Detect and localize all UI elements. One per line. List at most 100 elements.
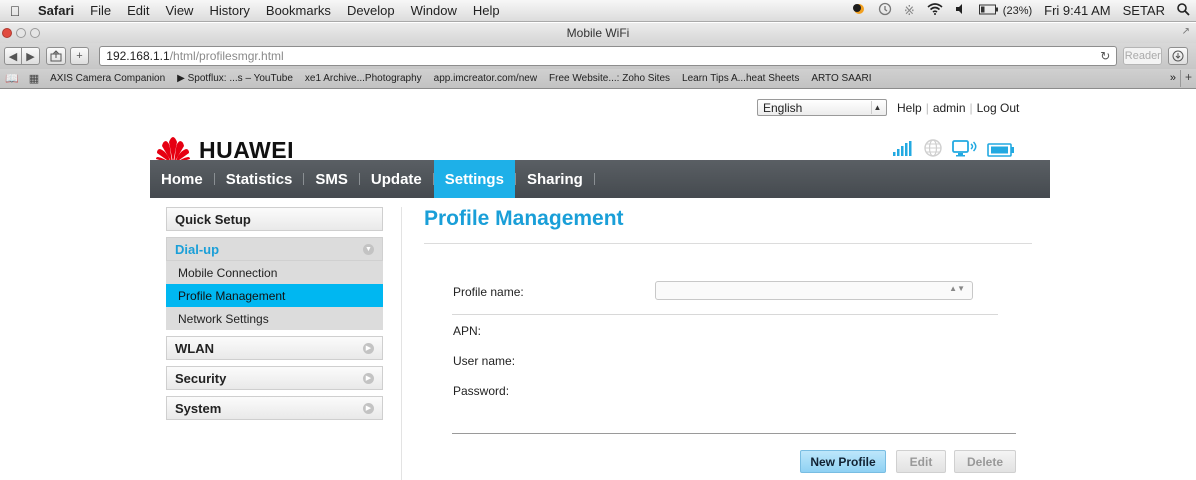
title-divider <box>424 243 1032 244</box>
menu-develop[interactable]: Develop <box>339 3 403 18</box>
menu-history[interactable]: History <box>201 3 257 18</box>
page-title: Profile Management <box>424 207 624 230</box>
profile-name-select[interactable]: ▲▼ <box>655 281 973 300</box>
profile-management-panel: Profile Management <box>424 207 1032 244</box>
nav-sms[interactable]: SMS <box>304 160 359 198</box>
sidebar-system[interactable]: System ▶ <box>166 396 383 420</box>
bookmark-item[interactable]: ARTO SAARI <box>805 73 877 84</box>
bookmark-item[interactable]: Free Website...: Zoho Sites <box>543 73 676 84</box>
bookmarks-bar: 📖 ▦ AXIS Camera Companion ▶ Spotflux: ..… <box>0 69 1196 89</box>
menu-bookmarks[interactable]: Bookmarks <box>258 3 339 18</box>
internet-globe-icon <box>924 139 942 157</box>
zoom-window-button[interactable] <box>30 28 40 38</box>
menubar-clock[interactable]: Fri 9:41 AM <box>1038 3 1116 18</box>
spotlight-search-icon[interactable] <box>1171 2 1196 19</box>
battery-level-icon <box>987 143 1014 157</box>
content-divider <box>401 207 402 480</box>
username-label: User name: <box>453 354 516 368</box>
sidebar-item-mobile-connection[interactable]: Mobile Connection <box>166 261 383 284</box>
new-tab-button[interactable]: + <box>1180 70 1196 87</box>
main-navigation: Home Statistics SMS Update Settings Shar… <box>150 160 1050 198</box>
reading-list-icon[interactable]: 📖 <box>0 72 24 85</box>
nav-separator <box>593 173 595 185</box>
add-bookmark-button[interactable]: + <box>69 47 90 65</box>
minimize-window-button[interactable] <box>16 28 26 38</box>
sidebar-dialup-label: Dial-up <box>175 241 220 257</box>
reader-button[interactable]: Reader <box>1123 47 1163 65</box>
wifi-icon[interactable] <box>921 3 949 18</box>
menubar-user[interactable]: SETAR <box>1117 3 1171 18</box>
actions-divider <box>452 433 1016 434</box>
back-button[interactable]: ◀ <box>4 47 22 65</box>
window-title: Mobile WiFi <box>566 26 630 40</box>
menu-window[interactable]: Window <box>403 3 465 18</box>
collapse-arrow-icon[interactable]: ▼ <box>363 244 374 255</box>
browser-toolbar: ◀ ▶ + 192.168.1.1 /html/profilesmgr.html… <box>0 43 1196 69</box>
battery-percent: (23%) <box>1002 4 1033 17</box>
menu-edit[interactable]: Edit <box>119 3 157 18</box>
fullscreen-icon[interactable]: ↗ <box>1182 26 1190 37</box>
nav-update[interactable]: Update <box>360 160 433 198</box>
sidebar-security-label: Security <box>175 370 227 386</box>
expand-arrow-icon[interactable]: ▶ <box>363 403 374 414</box>
language-select[interactable]: English ▲ <box>757 99 887 116</box>
forward-button[interactable]: ▶ <box>22 47 40 65</box>
share-button[interactable] <box>46 47 66 65</box>
password-label: Password: <box>453 384 510 398</box>
more-bookmarks-icon[interactable]: » <box>1170 72 1176 84</box>
sidebar-item-network-settings[interactable]: Network Settings <box>166 307 383 330</box>
help-link[interactable]: Help <box>893 101 926 115</box>
bookmark-item[interactable]: Learn Tips A...heat Sheets <box>676 73 805 84</box>
reload-icon[interactable]: ↻ <box>1100 49 1110 63</box>
expand-arrow-icon[interactable]: ▶ <box>363 343 374 354</box>
top-sites-icon[interactable]: ▦ <box>24 72 44 85</box>
sidebar-wlan[interactable]: WLAN ▶ <box>166 336 383 360</box>
bluetooth-icon[interactable]: ※ <box>898 3 921 19</box>
form-divider <box>452 314 998 315</box>
sidebar-system-label: System <box>175 400 222 416</box>
volume-icon[interactable] <box>949 3 973 18</box>
menu-safari[interactable]: Safari <box>30 3 82 18</box>
new-profile-button[interactable]: New Profile <box>800 450 886 473</box>
bookmark-item[interactable]: ▶ Spotflux: ...s – YouTube <box>171 73 299 84</box>
sidebar-item-profile-management[interactable]: Profile Management <box>166 284 383 307</box>
expand-arrow-icon[interactable]: ▶ <box>363 373 374 384</box>
nav-statistics[interactable]: Statistics <box>215 160 304 198</box>
bookmark-item[interactable]: AXIS Camera Companion <box>44 73 171 84</box>
settings-sidebar: Quick Setup Dial-up ▼ Mobile Connection … <box>166 207 383 426</box>
web-page: English ▲ Help | admin | Log Out HUAWEI <box>0 90 1196 480</box>
apple-menu-icon[interactable]:  <box>0 3 30 19</box>
menu-view[interactable]: View <box>158 3 202 18</box>
menu-file[interactable]: File <box>82 3 119 18</box>
language-value: English <box>763 100 803 115</box>
sidebar-security[interactable]: Security ▶ <box>166 366 383 390</box>
status-menu-icon[interactable] <box>846 2 872 19</box>
bookmark-item[interactable]: app.imcreator.com/new <box>428 73 543 84</box>
apn-label: APN: <box>453 324 482 338</box>
address-bar[interactable]: 192.168.1.1 /html/profilesmgr.html ↻ <box>99 46 1118 66</box>
select-arrows-icon: ▲▼ <box>949 284 965 293</box>
profile-name-label: Profile name: <box>453 285 524 299</box>
menu-help[interactable]: Help <box>465 3 508 18</box>
close-window-button[interactable] <box>2 28 12 38</box>
bookmark-item[interactable]: xe1 Archive...Photography <box>299 73 428 84</box>
url-path: /html/profilesmgr.html <box>169 49 284 63</box>
window-title-bar: Mobile WiFi ↗ <box>0 23 1196 43</box>
connected-device-icon <box>952 140 977 157</box>
time-machine-icon[interactable] <box>872 2 898 19</box>
nav-sharing[interactable]: Sharing <box>516 160 594 198</box>
edit-button[interactable]: Edit <box>896 450 946 473</box>
logout-link[interactable]: Log Out <box>973 101 1024 115</box>
sidebar-dialup[interactable]: Dial-up ▼ <box>166 237 383 261</box>
nav-home[interactable]: Home <box>150 160 214 198</box>
nav-settings[interactable]: Settings <box>433 160 515 198</box>
url-host: 192.168.1.1 <box>106 49 170 63</box>
sidebar-wlan-label: WLAN <box>175 340 214 356</box>
mac-menu-bar:  Safari File Edit View History Bookmark… <box>0 0 1196 22</box>
sidebar-quick-setup[interactable]: Quick Setup <box>166 207 383 231</box>
device-status-icons <box>892 139 1015 157</box>
admin-link[interactable]: admin <box>929 101 970 115</box>
delete-button[interactable]: Delete <box>954 450 1016 473</box>
select-arrows-icon: ▲ <box>871 101 883 114</box>
downloads-button[interactable] <box>1168 47 1188 65</box>
